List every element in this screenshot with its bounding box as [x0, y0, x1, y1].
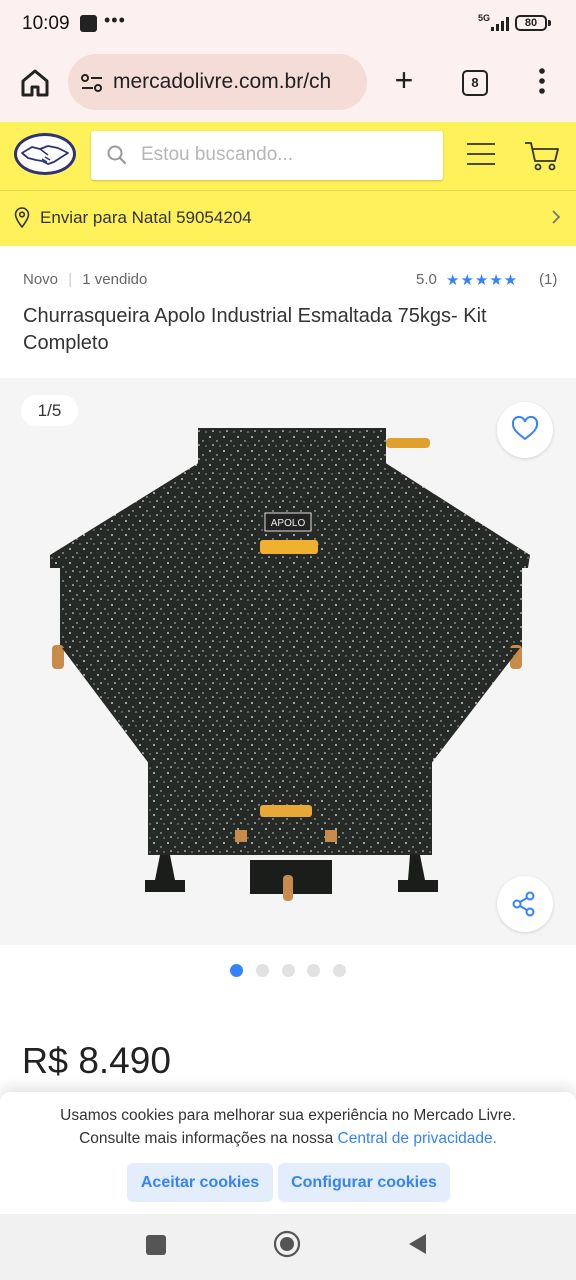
battery-tip	[548, 20, 551, 26]
favorite-button[interactable]	[497, 402, 553, 458]
home-icon[interactable]	[16, 64, 54, 102]
gallery-pagination[interactable]	[230, 964, 350, 978]
separator: |	[68, 271, 73, 288]
cookie-text-line2: Consulte mais informações na nossa	[79, 1130, 334, 1147]
chevron-right-icon[interactable]	[550, 209, 562, 225]
tab-switcher-button[interactable]: 8	[462, 70, 488, 96]
status-time: 10:09	[22, 13, 70, 34]
product-price: R$ 8.490	[22, 1040, 171, 1082]
more-notifications-icon: •••	[104, 10, 126, 30]
new-tab-icon[interactable]: +	[390, 64, 418, 96]
image-counter: 1/5	[21, 395, 78, 426]
review-count[interactable]: (1)	[539, 271, 557, 288]
configure-cookies-button[interactable]: Configurar cookies	[278, 1163, 450, 1202]
brand-plate: APOLO	[271, 518, 306, 529]
mercadolivre-logo[interactable]	[12, 130, 78, 178]
delivery-location[interactable]: Enviar para Natal 59054204	[40, 208, 252, 228]
cart-icon[interactable]	[524, 140, 560, 172]
signal-icon	[491, 17, 509, 31]
location-pin-icon	[14, 207, 30, 228]
rating-stars[interactable]: ★★★★★	[446, 271, 518, 289]
heart-icon	[511, 415, 539, 441]
system-home-icon[interactable]	[273, 1230, 301, 1258]
share-icon	[512, 891, 535, 917]
cookie-text: Usamos cookies para melhorar sua experiê…	[20, 1104, 556, 1150]
pagination-dot-2[interactable]	[256, 964, 269, 977]
header-divider	[0, 190, 576, 191]
product-image[interactable]: APOLO	[40, 420, 540, 920]
price-value: 8.490	[78, 1040, 171, 1081]
site-settings-icon[interactable]	[80, 73, 104, 93]
cookie-text-line1: Usamos cookies para melhorar sua experiê…	[60, 1107, 516, 1124]
sold-count: 1 vendido	[82, 271, 148, 288]
price-currency: R$	[22, 1040, 69, 1081]
cookie-link-period: .	[492, 1130, 497, 1147]
privacy-center-link[interactable]: Central de privacidade	[338, 1130, 493, 1147]
pagination-dot-1[interactable]	[230, 964, 243, 977]
battery-icon: 80	[515, 15, 547, 31]
rating-value: 5.0	[416, 271, 437, 288]
notification-icon	[80, 15, 97, 32]
pagination-dot-5[interactable]	[333, 964, 346, 977]
url-text[interactable]: mercadolivre.com.br/ch	[113, 70, 359, 94]
overflow-menu-icon[interactable]	[530, 66, 554, 96]
product-title: Churrasqueira Apolo Industrial Esmaltada…	[23, 305, 487, 354]
condition-label: Novo	[23, 271, 59, 288]
pagination-dot-4[interactable]	[307, 964, 320, 977]
search-input[interactable]: Estou buscando...	[141, 144, 293, 166]
accept-cookies-button[interactable]: Aceitar cookies	[127, 1163, 273, 1202]
pagination-dot-3[interactable]	[282, 964, 295, 977]
menu-icon[interactable]	[466, 142, 496, 166]
search-icon	[107, 145, 127, 165]
back-icon[interactable]	[406, 1232, 428, 1256]
network-type: 5G	[478, 13, 491, 23]
recents-icon[interactable]	[146, 1235, 166, 1255]
product-condition: Novo | 1 vendido	[23, 271, 147, 288]
share-button[interactable]	[497, 876, 553, 932]
